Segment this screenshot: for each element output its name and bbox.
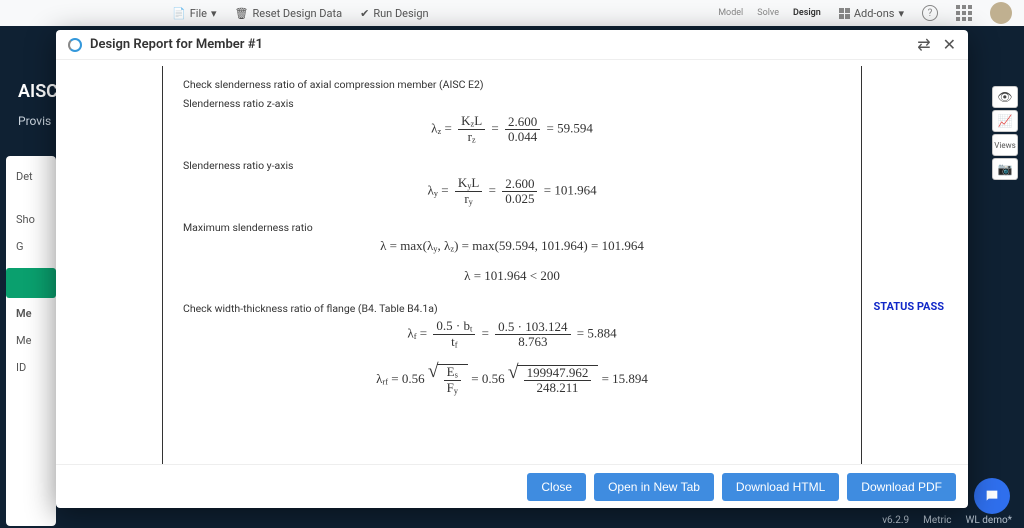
design-code-label: AISC xyxy=(18,81,58,102)
download-pdf-button[interactable]: Download PDF xyxy=(847,473,956,501)
run-design-button[interactable]: ✔ Run Design xyxy=(360,7,429,20)
section-subheading: Maximum slenderness ratio xyxy=(183,221,841,234)
chart-button[interactable]: 📈 xyxy=(992,110,1018,132)
status-bar: v6.2.9 Metric WL demo* xyxy=(870,512,1024,528)
project-label[interactable]: WL demo* xyxy=(966,515,1012,526)
modal-title: Design Report for Member #1 xyxy=(90,37,263,52)
version-label: v6.2.9 xyxy=(882,515,909,526)
chat-icon xyxy=(984,488,1000,504)
left-panel-members-head: Me xyxy=(16,307,46,320)
provisions-label: Provis xyxy=(18,114,51,128)
tab-design[interactable]: Design xyxy=(793,8,821,18)
mode-tabs: Model Solve Design xyxy=(718,8,821,18)
tab-model[interactable]: Model xyxy=(718,8,743,18)
camera-icon: 📷 xyxy=(998,162,1013,176)
report-page: Check slenderness ratio of axial compres… xyxy=(162,66,862,464)
equation-lambda-z: λz = KzLrz = 2.6000.044 = 59.594 xyxy=(183,114,841,145)
section-subheading: Slenderness ratio y-axis xyxy=(183,159,841,172)
file-menu[interactable]: 📄 File ▾ xyxy=(172,7,217,20)
section-heading: Check width-thickness ratio of flange (B… xyxy=(183,302,841,315)
file-icon: 📄 xyxy=(172,7,186,20)
eye-icon: 👁 xyxy=(997,90,1012,104)
chevron-down-icon: ▾ xyxy=(211,7,217,20)
trash-icon: 🗑 xyxy=(235,7,249,20)
download-html-button[interactable]: Download HTML xyxy=(722,473,839,501)
open-external-icon[interactable]: ⇄ xyxy=(917,35,930,54)
visibility-button[interactable]: 👁 xyxy=(992,86,1018,108)
left-panel: Det Sho G Me Me ID xyxy=(6,156,56,526)
modal-header: Design Report for Member #1 ⇄ ✕ xyxy=(56,30,968,60)
chart-icon: 📈 xyxy=(998,114,1013,128)
addons-icon xyxy=(839,8,850,19)
user-avatar[interactable] xyxy=(990,2,1012,24)
equation-lambda-limit: λ = 101.964 < 200 xyxy=(183,268,841,284)
chevron-down-icon: ▾ xyxy=(898,7,904,20)
units-label[interactable]: Metric xyxy=(923,515,951,526)
left-panel-id[interactable]: ID xyxy=(16,361,46,374)
left-panel-details[interactable]: Det xyxy=(16,170,46,183)
modal-body[interactable]: STATUS PASS Check slenderness ratio of a… xyxy=(56,60,968,464)
addons-button[interactable]: Add-ons ▾ xyxy=(839,7,904,20)
apps-grid-icon[interactable] xyxy=(956,5,972,21)
section-subheading: Slenderness ratio z-axis xyxy=(183,97,841,110)
views-button[interactable]: Views xyxy=(992,134,1018,156)
section-heading: Check slenderness ratio of axial compres… xyxy=(183,78,841,91)
left-panel-member[interactable]: Me xyxy=(16,334,46,347)
tab-solve[interactable]: Solve xyxy=(757,8,779,18)
camera-button[interactable]: 📷 xyxy=(992,158,1018,180)
view-quick-tools: 👁 📈 Views 📷 xyxy=(992,86,1018,180)
modal-footer: Close Open in New Tab Download HTML Down… xyxy=(56,464,968,508)
close-icon[interactable]: ✕ xyxy=(943,35,956,54)
reset-design-button[interactable]: 🗑 Reset Design Data xyxy=(235,7,343,20)
equation-lambda-f: λf = 0.5 · bttf = 0.5 · 103.1248.763 = 5… xyxy=(183,319,841,350)
run-action-button[interactable] xyxy=(6,268,56,298)
equation-lambda-rf: λrf = 0.56 √EsFy = 0.56 √199947.962248.2… xyxy=(183,364,841,396)
app-logo-icon xyxy=(68,38,82,52)
equation-lambda-max: λ = max(λy, λz) = max(59.594, 101.964) =… xyxy=(183,238,841,254)
close-button[interactable]: Close xyxy=(527,473,586,501)
open-new-tab-button[interactable]: Open in New Tab xyxy=(594,473,714,501)
equation-lambda-y: λy = KyLry = 2.6000.025 = 101.964 xyxy=(183,176,841,207)
help-button[interactable]: ? xyxy=(922,5,938,21)
check-icon: ✔ xyxy=(360,7,369,20)
chat-fab[interactable] xyxy=(974,478,1010,514)
design-report-modal: Design Report for Member #1 ⇄ ✕ STATUS P… xyxy=(56,30,968,508)
app-toolbar: 📄 File ▾ 🗑 Reset Design Data ✔ Run Desig… xyxy=(0,0,1024,26)
left-panel-show[interactable]: Sho xyxy=(16,213,46,226)
left-panel-go[interactable]: G xyxy=(16,240,46,253)
status-text: STATUS PASS xyxy=(874,300,944,313)
